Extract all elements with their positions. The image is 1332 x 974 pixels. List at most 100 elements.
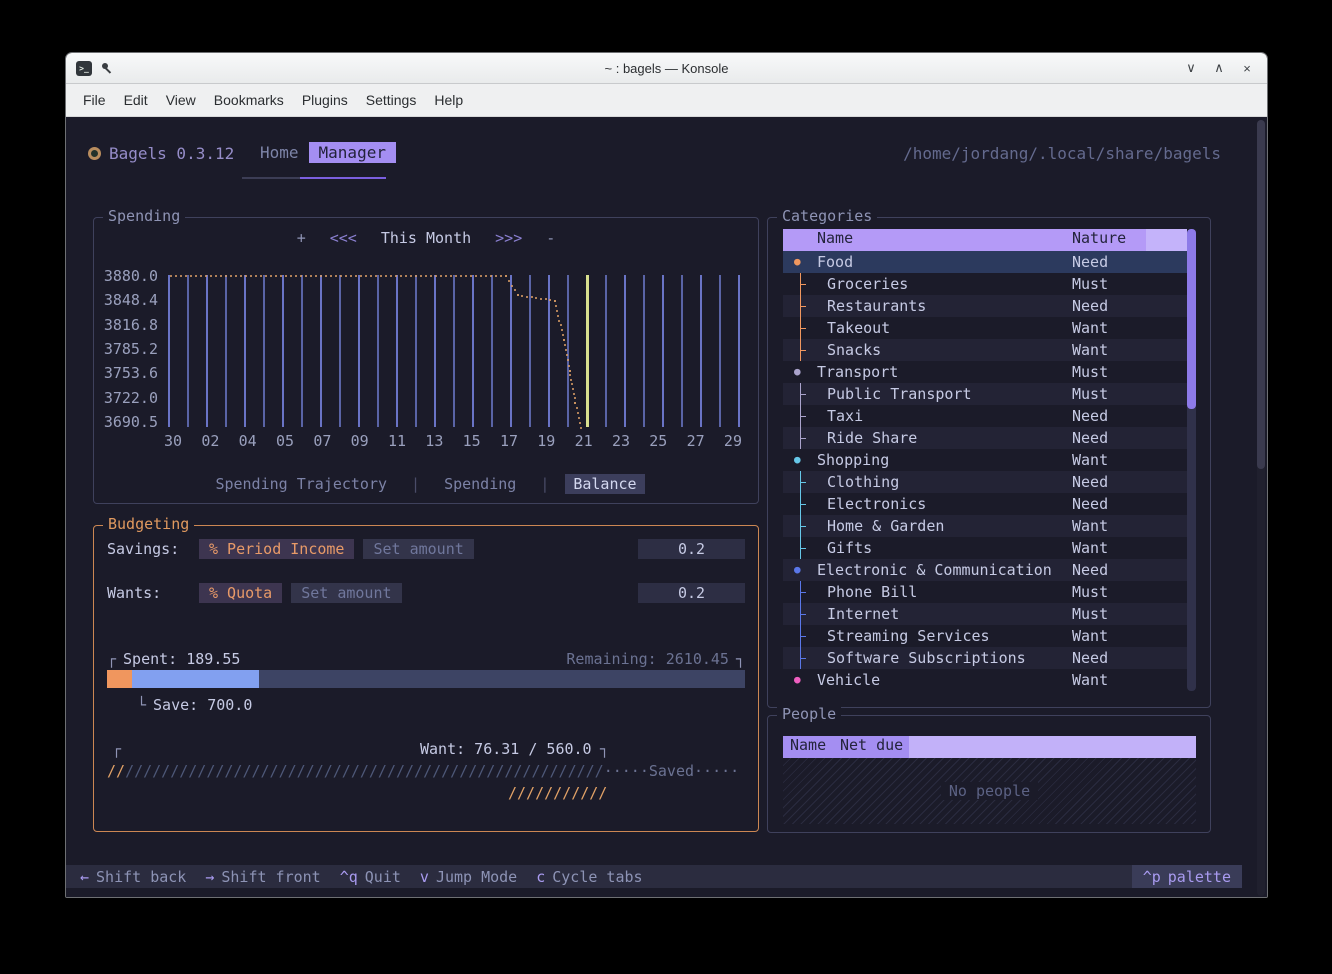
category-row[interactable]: RestaurantsNeed [783, 295, 1187, 317]
savings-period-income-button[interactable]: % Period Income [199, 539, 354, 559]
zoom-out-button[interactable]: - [546, 229, 555, 247]
view-spending-trajectory[interactable]: Spending Trajectory [207, 474, 395, 494]
menu-plugins[interactable]: Plugins [293, 88, 357, 112]
y-tick-label: 3880.0 [104, 267, 158, 285]
category-row[interactable]: Home & GardenWant [783, 515, 1187, 537]
prev-period-button[interactable]: <<< [330, 229, 357, 247]
title-bar[interactable]: >_ ~ : bagels — Konsole ∨ ∧ × [66, 53, 1267, 84]
footer-shortcut[interactable]: cCycle tabs [536, 868, 642, 886]
x-tick-label: 02 [201, 432, 219, 450]
categories-scrollbar[interactable] [1187, 229, 1196, 691]
category-row[interactable]: ●ShoppingWant [783, 449, 1187, 471]
category-dot: ● [794, 669, 801, 691]
tab-manager[interactable]: Manager [309, 142, 396, 163]
menu-help[interactable]: Help [425, 88, 472, 112]
category-row[interactable]: InternetMust [783, 603, 1187, 625]
savings-set-amount-button[interactable]: Set amount [363, 539, 473, 559]
trajectory-dot [335, 275, 337, 277]
tree-tick-icon [800, 592, 806, 593]
category-row[interactable]: TaxiNeed [783, 405, 1187, 427]
terminal-scrollbar-thumb[interactable] [1257, 120, 1265, 469]
trajectory-dot [455, 275, 457, 277]
trajectory-dot [561, 329, 563, 331]
category-row[interactable]: SnacksWant [783, 339, 1187, 361]
balance-bar [548, 275, 550, 427]
minimize-button[interactable]: ∨ [1179, 57, 1203, 79]
terminal-scrollbar[interactable] [1257, 120, 1265, 896]
trajectory-dot [425, 275, 427, 277]
maximize-button[interactable]: ∧ [1207, 57, 1231, 79]
wants-value-input[interactable]: 0.2 [638, 583, 745, 603]
wants-set-amount-button[interactable]: Set amount [291, 583, 401, 603]
category-nature: Need [1072, 647, 1108, 669]
menu-bar: FileEditViewBookmarksPluginsSettingsHelp [66, 84, 1267, 117]
trajectory-dot [560, 324, 562, 326]
menu-settings[interactable]: Settings [357, 88, 426, 112]
balance-bar [719, 275, 721, 427]
category-row[interactable]: ●FoodNeed [783, 251, 1187, 273]
category-row[interactable]: Public TransportMust [783, 383, 1187, 405]
trajectory-dot [500, 275, 502, 277]
category-row[interactable]: Phone BillMust [783, 581, 1187, 603]
shortcut-key: c [536, 868, 545, 886]
save-row: └ Save: 700.0 [137, 694, 745, 716]
category-dot: ● [794, 559, 801, 581]
trajectory-dot [579, 422, 581, 424]
footer-shortcut[interactable]: vJump Mode [420, 868, 517, 886]
category-row[interactable]: ClothingNeed [783, 471, 1187, 493]
tree-tick-icon [800, 306, 806, 307]
view-balance[interactable]: Balance [565, 474, 644, 494]
category-nature: Want [1072, 339, 1108, 361]
trajectory-dot [200, 275, 202, 277]
y-tick-label: 3848.4 [104, 291, 158, 309]
menu-file[interactable]: File [74, 88, 115, 112]
trajectory-dot [569, 370, 571, 372]
y-tick-label: 3816.8 [104, 316, 158, 334]
category-row[interactable]: ●TransportMust [783, 361, 1187, 383]
view-spending[interactable]: Spending [436, 474, 524, 494]
scrollbar-thumb[interactable] [1187, 229, 1196, 409]
trajectory-dot [310, 275, 312, 277]
category-row[interactable]: TakeoutWant [783, 317, 1187, 339]
category-row[interactable]: Streaming ServicesWant [783, 625, 1187, 647]
trajectory-dot [475, 275, 477, 277]
category-row[interactable]: Ride ShareNeed [783, 427, 1187, 449]
menu-view[interactable]: View [157, 88, 205, 112]
wants-quota-button[interactable]: % Quota [199, 583, 282, 603]
trajectory-dot [285, 275, 287, 277]
tab-home[interactable]: Home [250, 142, 309, 163]
category-row[interactable]: ElectronicsNeed [783, 493, 1187, 515]
zoom-in-button[interactable]: + [297, 229, 306, 247]
category-row[interactable]: Software SubscriptionsNeed [783, 647, 1187, 669]
footer-shortcut[interactable]: ^qQuit [340, 868, 401, 886]
palette-shortcut[interactable]: ^p palette [1132, 865, 1242, 888]
y-tick-label: 3690.5 [104, 413, 158, 431]
trajectory-dot [340, 275, 342, 277]
trajectory-dot [390, 275, 392, 277]
menu-bookmarks[interactable]: Bookmarks [205, 88, 293, 112]
category-row[interactable]: ●Electronic & CommunicationNeed [783, 559, 1187, 581]
close-button[interactable]: × [1235, 57, 1259, 79]
trajectory-dot [235, 275, 237, 277]
spent-remaining-row: ┌ Spent: 189.55 Remaining: 2610.45 ┐ [107, 648, 745, 670]
chart-view-switcher: Spending Trajectory | Spending | Balance [94, 474, 758, 494]
spent-label: Spent: 189.55 [123, 650, 240, 668]
trajectory-dot [574, 402, 576, 404]
category-nature: Must [1072, 273, 1108, 295]
tab-underline-active [300, 177, 386, 179]
savings-value-input[interactable]: 0.2 [638, 539, 745, 559]
next-period-button[interactable]: >>> [495, 229, 522, 247]
trajectory-dot [175, 275, 177, 277]
category-nature: Want [1072, 515, 1108, 537]
balance-bar [434, 275, 436, 427]
menu-edit[interactable]: Edit [115, 88, 157, 112]
footer-shortcut[interactable]: →Shift front [205, 868, 320, 886]
category-row[interactable]: ●VehicleWant [783, 669, 1187, 691]
trajectory-dot [405, 275, 407, 277]
category-row[interactable]: GiftsWant [783, 537, 1187, 559]
balance-bar [453, 275, 455, 427]
category-row[interactable]: GroceriesMust [783, 273, 1187, 295]
footer-shortcut[interactable]: ←Shift back [80, 868, 186, 886]
tree-tick-icon [800, 636, 806, 637]
trajectory-dot [190, 275, 192, 277]
